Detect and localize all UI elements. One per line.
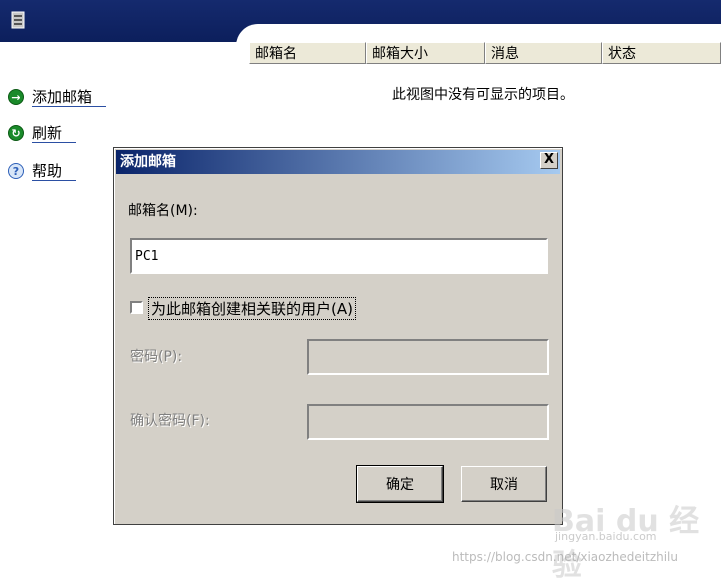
- action-help[interactable]: ? 帮助: [8, 161, 77, 181]
- mailbox-name-label: 邮箱名(M):: [128, 203, 198, 219]
- action-add-mailbox[interactable]: → 添加邮箱: [8, 87, 107, 107]
- empty-list-message: 此视图中没有可显示的项目。: [392, 87, 574, 103]
- column-header-mailbox-size[interactable]: 邮箱大小: [366, 42, 485, 64]
- password-input[interactable]: [307, 339, 549, 375]
- create-user-checkbox[interactable]: [130, 301, 143, 314]
- watermark-subtitle: jingyan.baidu.com: [555, 530, 657, 543]
- help-icon: ?: [8, 163, 24, 179]
- action-add-mailbox-label[interactable]: 添加邮箱: [32, 88, 107, 107]
- dialog-title: 添加邮箱: [120, 154, 176, 170]
- close-button[interactable]: X: [540, 152, 558, 169]
- password-label: 密码(P):: [130, 349, 183, 365]
- add-arrow-icon: →: [8, 89, 24, 105]
- server-icon: [11, 11, 25, 29]
- ok-button[interactable]: 确定: [356, 465, 444, 503]
- cancel-button[interactable]: 取消: [461, 466, 547, 502]
- column-header-messages[interactable]: 消息: [485, 42, 602, 64]
- action-refresh-label[interactable]: 刷新: [32, 124, 77, 143]
- action-refresh[interactable]: ↻ 刷新: [8, 123, 77, 143]
- confirm-password-input[interactable]: [307, 404, 549, 440]
- watermark-url: https://blog.csdn.net/xiaozhedeitzhilu: [452, 550, 678, 564]
- close-icon: X: [543, 152, 555, 167]
- create-user-checkbox-label[interactable]: 为此邮箱创建相关联的用户(A): [148, 297, 356, 320]
- dialog-title-bar[interactable]: 添加邮箱: [116, 150, 560, 174]
- action-help-label[interactable]: 帮助: [32, 162, 77, 181]
- list-header: 邮箱名 邮箱大小 消息 状态: [249, 42, 721, 64]
- mailbox-name-input[interactable]: [130, 238, 548, 274]
- column-header-mailbox-name[interactable]: 邮箱名: [249, 42, 366, 64]
- refresh-icon: ↻: [8, 125, 24, 141]
- column-header-status[interactable]: 状态: [602, 42, 721, 64]
- add-mailbox-dialog: 添加邮箱 X 邮箱名(M): 为此邮箱创建相关联的用户(A) 密码(P): 确认…: [113, 147, 563, 525]
- confirm-password-label: 确认密码(F):: [130, 413, 210, 429]
